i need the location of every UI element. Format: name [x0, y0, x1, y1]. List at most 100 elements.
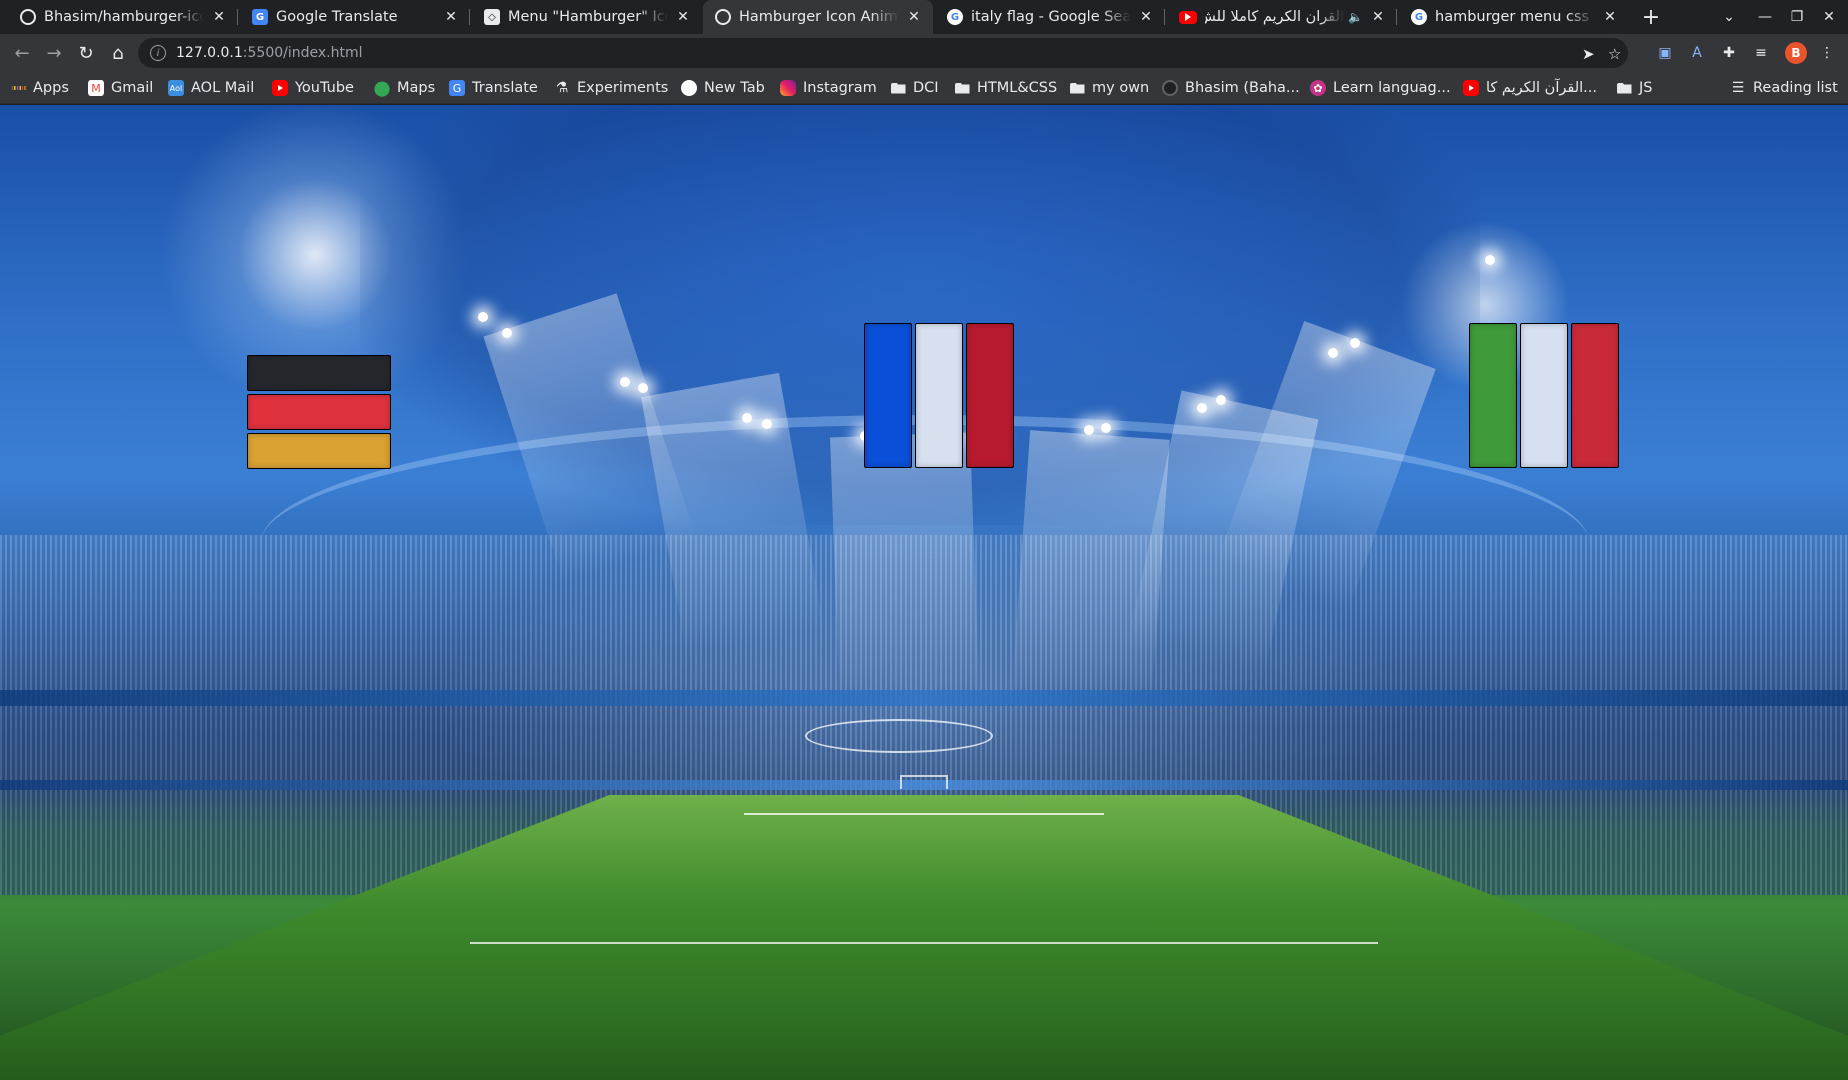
italy-flag[interactable]: [1469, 323, 1619, 468]
folder-icon: [1069, 80, 1085, 96]
media-control-icon[interactable]: ≡: [1751, 43, 1771, 63]
tab-title: Hamburger Icon Animat: [739, 9, 899, 25]
bookmark-label: Gmail: [111, 80, 154, 96]
youtube-icon: [1179, 10, 1197, 24]
apps-grid-icon: [11, 80, 27, 96]
bookmark-folder-my-own[interactable]: my own: [1069, 78, 1149, 98]
bookmark-label: Apps: [33, 80, 69, 96]
flag-stripe: [1571, 323, 1619, 468]
bookmark-youtube[interactable]: YouTube: [272, 78, 354, 98]
minimize-button[interactable]: —: [1752, 4, 1778, 30]
folder-icon: [954, 80, 970, 96]
restore-button[interactable]: ❐: [1784, 4, 1810, 30]
flag-stripe: [1469, 323, 1517, 468]
light-beam: [830, 432, 980, 698]
germany-flag[interactable]: [247, 355, 391, 469]
tab-hamburger-active[interactable]: Hamburger Icon Animat ✕: [703, 0, 933, 34]
flag-stripe: [966, 323, 1014, 468]
floodlight: [638, 383, 648, 393]
audio-playing-icon[interactable]: 🔈: [1348, 10, 1363, 24]
bookmark-star-icon[interactable]: ☆: [1608, 45, 1621, 63]
close-icon[interactable]: ✕: [442, 8, 460, 26]
codepen-icon: ◇: [484, 9, 500, 25]
learn-icon: ✿: [1310, 80, 1326, 96]
reading-list-button[interactable]: ☰ Reading list: [1730, 78, 1838, 98]
bookmark-label: JS: [1639, 80, 1653, 96]
bookmark-label: my own: [1092, 80, 1150, 96]
bookmark-folder-html-css[interactable]: HTML&CSS: [954, 78, 1057, 98]
close-icon[interactable]: ✕: [210, 8, 228, 26]
folder-icon: [1616, 80, 1632, 96]
tab-github[interactable]: Bhasim/hamburger-icon ✕: [8, 0, 238, 34]
reload-button[interactable]: ↻: [72, 39, 100, 67]
bookmark-label: Translate: [472, 80, 538, 96]
floodlight: [742, 413, 752, 423]
site-info-icon[interactable]: i: [150, 45, 166, 61]
tab-hamburger-css[interactable]: G hamburger menu css an ✕: [1399, 0, 1629, 34]
bookmark-folder-js[interactable]: JS: [1616, 78, 1652, 98]
back-button[interactable]: ←: [8, 39, 36, 67]
floodlight: [1350, 338, 1360, 348]
youtube-icon: [272, 80, 288, 96]
globe-icon: [715, 9, 731, 25]
tab-youtube-quran[interactable]: القرآن الكريم كاملا للش 🔈 ✕: [1167, 0, 1397, 34]
tab-google-translate[interactable]: G Google Translate ✕: [240, 0, 470, 34]
bookmark-folder-dci[interactable]: DCI: [890, 78, 939, 98]
bookmark-learn-languages[interactable]: ✿ Learn languag...: [1310, 78, 1451, 98]
bookmark-youtube-quran[interactable]: القرآن الكريم كا...: [1463, 78, 1597, 98]
tab-title: Bhasim/hamburger-icon: [44, 9, 204, 25]
floodlight: [502, 328, 512, 338]
close-window-button[interactable]: ✕: [1816, 4, 1842, 30]
tab-italy-flag-search[interactable]: G italy flag - Google Search ✕: [935, 0, 1165, 34]
profile-avatar[interactable]: B: [1785, 42, 1807, 64]
pitch-line: [470, 942, 1378, 944]
pitch-line: [744, 813, 1104, 815]
bookmark-label: Learn languag...: [1333, 80, 1451, 96]
send-to-device-icon[interactable]: ➤: [1582, 45, 1595, 63]
close-icon[interactable]: ✕: [1137, 8, 1155, 26]
close-icon[interactable]: ✕: [1369, 8, 1387, 26]
flask-icon: ⚗: [555, 80, 569, 96]
france-flag[interactable]: [864, 323, 1014, 468]
new-tab-button[interactable]: +: [1638, 4, 1664, 30]
forward-button[interactable]: →: [40, 39, 68, 67]
tab-separator: [1396, 9, 1397, 25]
bookmark-apps[interactable]: Apps: [11, 78, 69, 98]
instagram-icon: [780, 80, 796, 96]
extension-screenshot-icon[interactable]: ▣: [1655, 43, 1675, 63]
bookmark-translate[interactable]: G Translate: [449, 78, 538, 98]
bookmark-experiments[interactable]: ⚗ Experiments: [554, 78, 669, 98]
bookmark-label: New Tab: [704, 80, 765, 96]
menu-kebab-icon[interactable]: ⋮: [1817, 43, 1837, 63]
youtube-icon: [1463, 80, 1479, 96]
home-button[interactable]: ⌂: [104, 39, 132, 67]
flag-stripe: [864, 323, 912, 468]
tab-search-button[interactable]: ⌄: [1716, 4, 1742, 30]
bookmark-github-bhasim[interactable]: Bhasim (Baha...: [1162, 78, 1300, 98]
extensions-puzzle-icon[interactable]: ✚: [1719, 43, 1739, 63]
tab-codepen[interactable]: ◇ Menu "Hamburger" Icon ✕: [472, 0, 702, 34]
bookmark-maps[interactable]: ⬤ Maps: [374, 78, 436, 98]
floodlight: [762, 419, 772, 429]
floodlight: [1216, 395, 1226, 405]
floodlight: [1485, 255, 1495, 265]
stadium-background: [0, 105, 1848, 1080]
flag-stripe: [247, 433, 391, 469]
google-translate-icon: G: [252, 9, 268, 25]
bookmark-instagram[interactable]: Instagram: [780, 78, 877, 98]
bookmark-label: Experiments: [577, 80, 669, 96]
close-icon[interactable]: ✕: [674, 8, 692, 26]
url-path: :5500/index.html: [242, 45, 363, 61]
center-circle: [805, 719, 993, 753]
address-url[interactable]: 127.0.0.1:5500/index.html: [176, 45, 363, 61]
address-bar[interactable]: i 127.0.0.1:5500/index.html ➤ ☆: [138, 38, 1628, 68]
bookmark-gmail[interactable]: M Gmail: [88, 78, 153, 98]
extension-translate-icon[interactable]: A: [1687, 43, 1707, 63]
bookmark-new-tab[interactable]: New Tab: [681, 78, 765, 98]
bookmark-label: القرآن الكريم كا...: [1486, 80, 1597, 96]
close-icon[interactable]: ✕: [905, 8, 923, 26]
bookmark-aol-mail[interactable]: Aol AOL Mail: [168, 78, 254, 98]
close-icon[interactable]: ✕: [1601, 8, 1619, 26]
flag-stripe: [247, 394, 391, 430]
floodlight: [1101, 423, 1111, 433]
